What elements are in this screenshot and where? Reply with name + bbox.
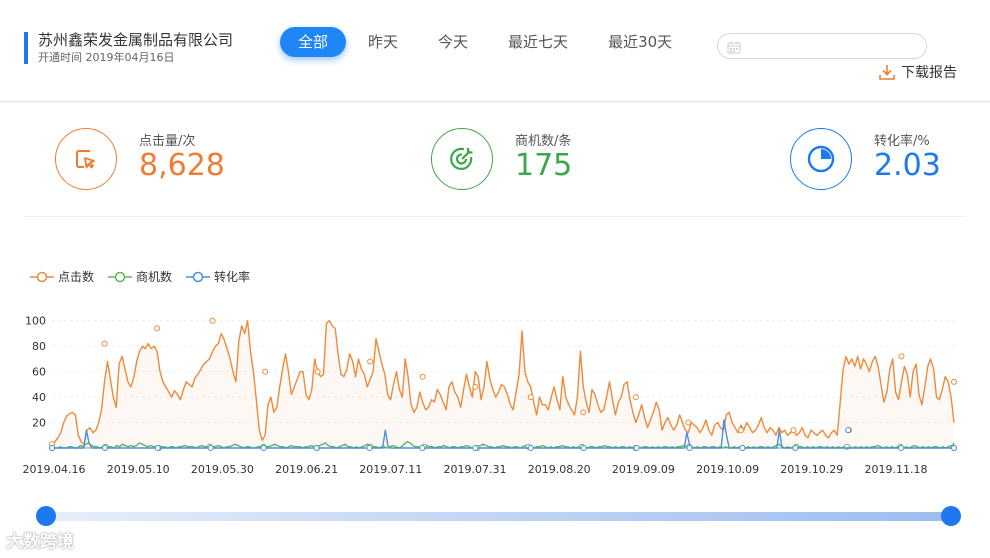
y-tick-label: 60: [32, 366, 46, 379]
x-tick-label: 2019.05.10: [107, 463, 170, 476]
leads-value: 175: [515, 148, 573, 183]
tab-last-7-days[interactable]: 最近七天: [490, 27, 586, 57]
series-point: [845, 427, 852, 434]
calendar-icon: [727, 39, 741, 58]
x-tick-label: 2019.10.09: [696, 463, 759, 476]
series-point: [951, 445, 957, 451]
legend-item-conversion[interactable]: 转化率: [186, 268, 250, 285]
legend-line-icon: [30, 271, 54, 282]
zoom-slider-track[interactable]: [46, 512, 951, 521]
pie-chart-icon: [790, 128, 852, 190]
conversion-label: 转化率/%: [874, 134, 930, 149]
x-tick-label: 2019.08.20: [528, 463, 591, 476]
tab-today[interactable]: 今天: [420, 27, 486, 57]
zoom-slider-end-handle[interactable]: [941, 506, 961, 526]
company-name: 苏州鑫荣发金属制品有限公司: [38, 31, 234, 49]
x-tick-label: 2019.07.31: [444, 463, 507, 476]
series-point: [580, 409, 587, 416]
chart-legend: 点击数 商机数 转化率: [30, 268, 264, 285]
series-point: [419, 373, 426, 380]
legend-label: 点击数: [58, 270, 95, 284]
series-point: [366, 445, 373, 451]
clicks-label: 点击量/次: [139, 134, 196, 149]
tab-all[interactable]: 全部: [280, 27, 347, 57]
y-tick-label: 40: [32, 391, 46, 404]
download-icon: [879, 64, 895, 80]
x-tick-label: 2019.04.16: [23, 463, 86, 476]
target-icon: [431, 128, 493, 190]
series-point: [101, 340, 108, 347]
series-point: [686, 445, 693, 451]
series-point: [737, 427, 744, 434]
series-point: [313, 445, 320, 451]
series-point: [685, 419, 692, 426]
series-point: [472, 445, 479, 451]
series-point: [472, 383, 479, 390]
x-tick-label: 2019.09.09: [612, 463, 675, 476]
series-point: [154, 445, 161, 451]
date-range-input[interactable]: [717, 33, 927, 59]
tab-last-30-days[interactable]: 最近30天: [590, 27, 690, 57]
zoom-slider-start-handle[interactable]: [36, 506, 56, 526]
series-point: [580, 445, 587, 451]
header-divider: [0, 100, 990, 103]
series-point: [262, 368, 269, 375]
series-point: [314, 368, 321, 375]
x-tick-label: 2019.07.11: [359, 463, 422, 476]
conversion-value: 2.03: [874, 148, 941, 183]
date-filter-tabs: 全部 昨天 今天 最近七天 最近30天: [280, 27, 694, 59]
clicks-value: 8,628: [139, 148, 225, 183]
series-point: [207, 445, 214, 451]
x-tick-label: 2019.05.30: [191, 463, 254, 476]
series-point: [419, 445, 426, 451]
series-point: [898, 445, 905, 451]
series-point: [367, 358, 374, 365]
series-point: [527, 445, 534, 451]
download-report-button[interactable]: 下载报告: [878, 62, 957, 82]
series-point: [260, 445, 267, 451]
legend-label: 转化率: [214, 270, 251, 284]
stats-divider: [24, 216, 966, 217]
series-point: [101, 445, 108, 451]
leads-label: 商机数/条: [515, 134, 572, 149]
series-point: [209, 317, 216, 324]
y-tick-label: 80: [32, 340, 46, 353]
download-report-label: 下载报告: [901, 65, 957, 81]
x-tick-label: 2019.06.21: [275, 463, 338, 476]
series-point: [951, 378, 957, 385]
series-point: [632, 394, 639, 401]
x-tick-label: 2019.10.29: [780, 463, 843, 476]
series-point: [790, 427, 797, 434]
legend-line-icon: [108, 271, 133, 282]
open-date: 开通时间 2019年04月16日: [38, 51, 175, 64]
company-accent-bar: [24, 32, 28, 64]
series-point: [739, 445, 746, 451]
legend-item-clicks[interactable]: 点击数: [30, 268, 94, 285]
series-point: [49, 445, 55, 451]
series-point: [792, 445, 799, 451]
series-point: [633, 445, 640, 451]
watermark-text: 大数跨境: [6, 532, 74, 552]
legend-label: 商机数: [136, 270, 173, 284]
x-tick-label: 2019.11.18: [865, 463, 928, 476]
series-point: [527, 394, 534, 401]
legend-line-icon: [186, 271, 211, 282]
trend-line-chart: 20 40 60 80 100 2019.04.16 2019.05.10 2019.05.3…: [23, 315, 957, 476]
series-point: [898, 353, 905, 360]
series-area-clicks: [52, 320, 954, 448]
click-cursor-icon: [55, 128, 117, 190]
tab-yesterday[interactable]: 昨天: [350, 27, 416, 57]
y-tick-label: 100: [25, 315, 46, 328]
series-point: [154, 325, 161, 332]
report-header: 苏州鑫荣发金属制品有限公司 开通时间 2019年04月16日 全部 昨天 今天 …: [0, 0, 990, 100]
y-tick-label: 20: [32, 417, 46, 430]
legend-item-leads[interactable]: 商机数: [108, 268, 172, 285]
